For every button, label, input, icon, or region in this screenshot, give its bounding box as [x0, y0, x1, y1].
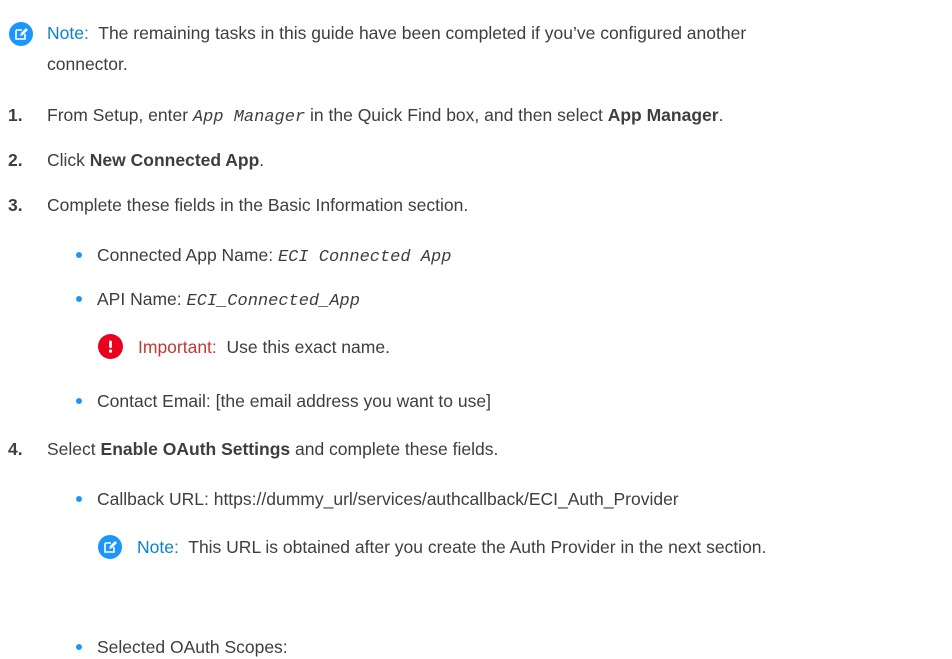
step-4-text: Select Enable OAuth Settings and complet… [47, 439, 499, 459]
note-url-text: Note: This URL is obtained after you cre… [137, 537, 767, 557]
note-text: Note: The remaining tasks in this guide … [47, 21, 746, 45]
step-number: 3. [8, 195, 23, 215]
note-label: Note: [47, 23, 89, 43]
step-3-text: Complete these fields in the Basic Infor… [47, 195, 469, 215]
note-icon [9, 22, 33, 46]
note-body: The remaining tasks in this guide have b… [98, 23, 747, 43]
step-1-text: From Setup, enter App Manager in the Qui… [47, 105, 724, 127]
important-icon [98, 334, 123, 359]
code-app-manager: App Manager [192, 108, 306, 127]
step-number: 2. [8, 150, 23, 170]
bullet [76, 296, 82, 302]
important-label: Important: [138, 337, 217, 357]
step-number: 4. [8, 439, 23, 459]
step-number: 1. [8, 105, 23, 125]
bullet [76, 252, 82, 258]
bullet [76, 644, 82, 650]
note-text-line2: connector. [47, 54, 128, 74]
bold-app-manager: App Manager [607, 105, 719, 125]
bullet-oauth-scopes: Selected OAuth Scopes: [97, 637, 288, 657]
note-label: Note: [137, 537, 179, 557]
bullet [76, 496, 82, 502]
important-text: Important: Use this exact name. [138, 337, 390, 357]
bullet-contact-email: Contact Email: [the email address you wa… [97, 391, 491, 411]
bold-enable-oauth: Enable OAuth Settings [100, 439, 291, 459]
bullet [76, 398, 82, 404]
bullet-connected-app-name: Connected App Name: ECI Connected App [97, 245, 452, 267]
bullet-callback-url: Callback URL: https://dummy_url/services… [97, 489, 679, 509]
bold-new-connected-app: New Connected App [89, 150, 260, 170]
note-icon [98, 535, 122, 559]
bullet-api-name: API Name: ECI_Connected_App [97, 289, 360, 311]
step-2-text: Click New Connected App. [47, 150, 265, 170]
